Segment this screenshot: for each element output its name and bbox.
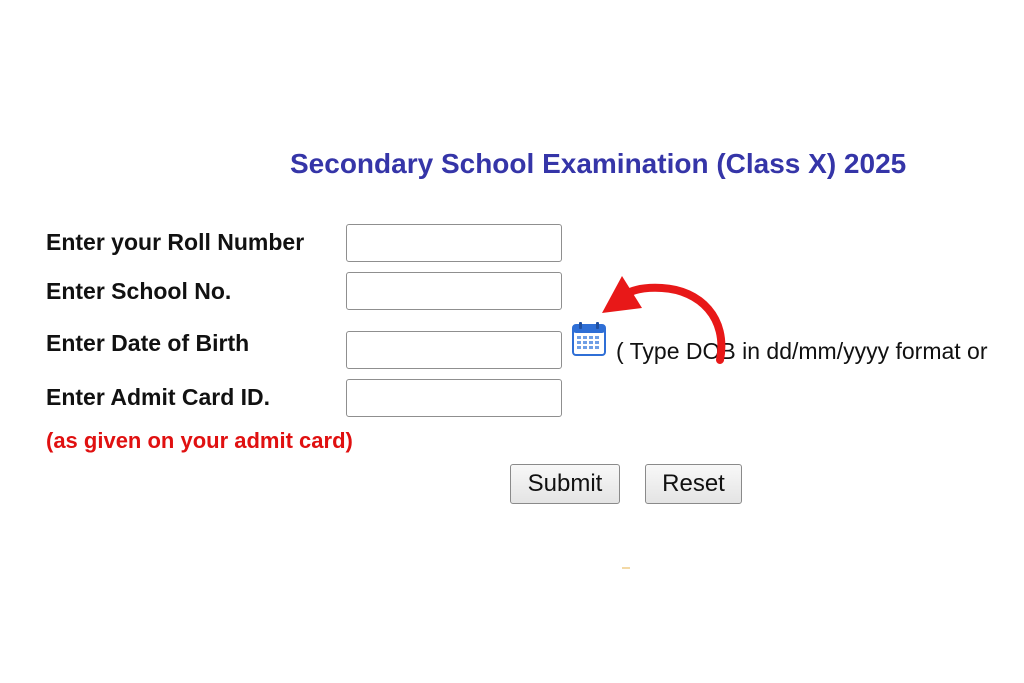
submit-button[interactable]: Submit: [510, 464, 620, 504]
dob-input[interactable]: [346, 331, 562, 369]
calendar-icon-graphic: [572, 322, 606, 356]
roll-number-label: Enter your Roll Number: [46, 229, 305, 255]
admit-card-input[interactable]: [346, 379, 562, 417]
calendar-icon[interactable]: [572, 322, 606, 356]
admit-card-note: (as given on your admit card): [46, 428, 353, 453]
roll-number-input[interactable]: [346, 224, 562, 262]
decorative-dot: [622, 567, 630, 569]
admit-card-label: Enter Admit Card ID.: [46, 384, 271, 410]
result-login-page: Secondary School Examination (Class X) 2…: [0, 0, 1024, 683]
school-no-input[interactable]: [346, 272, 562, 310]
reset-button[interactable]: Reset: [645, 464, 742, 504]
school-no-label: Enter School No.: [46, 278, 232, 304]
dob-format-hint: ( Type DOB in dd/mm/yyyy format or: [616, 338, 988, 364]
dob-label: Enter Date of Birth: [46, 330, 250, 356]
page-title: Secondary School Examination (Class X) 2…: [290, 148, 907, 179]
